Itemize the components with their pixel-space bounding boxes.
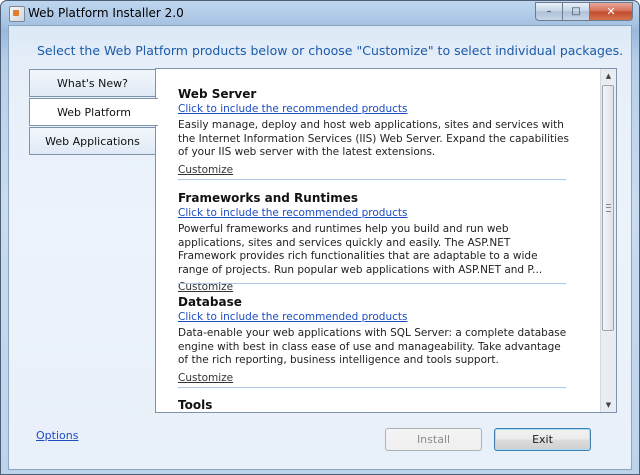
- minimize-button[interactable]: –: [535, 2, 563, 21]
- minimize-icon: –: [546, 6, 552, 17]
- exit-label: Exit: [532, 433, 553, 446]
- section-title: Database: [178, 295, 242, 309]
- window-controls: – □ ✕: [535, 2, 633, 21]
- section-description: Powerful frameworks and runtimes help yo…: [178, 223, 543, 276]
- products-panel: Web Server Click to include the recommen…: [155, 68, 617, 413]
- install-button[interactable]: Install: [385, 428, 482, 451]
- title-bar[interactable]: Web Platform Installer 2.0 – □ ✕: [1, 1, 639, 25]
- maximize-button[interactable]: □: [563, 2, 590, 21]
- options-link[interactable]: Options: [36, 429, 78, 442]
- section-frameworks-runtimes: Frameworks and Runtimes Click to include…: [178, 191, 570, 294]
- customize-link[interactable]: Customize: [178, 164, 570, 177]
- maximize-icon: □: [571, 6, 581, 17]
- include-recommended-link[interactable]: Click to include the recommended product…: [178, 207, 570, 220]
- section-database: Database Click to include the recommende…: [178, 295, 570, 385]
- section-web-server: Web Server Click to include the recommen…: [178, 87, 570, 177]
- scroll-up-arrow-icon[interactable]: ▲: [601, 69, 616, 83]
- section-description: Data-enable your web applications with S…: [178, 327, 567, 366]
- section-divider: [178, 283, 566, 284]
- app-window: Web Platform Installer 2.0 – □ ✕ Select …: [0, 0, 640, 475]
- vertical-scrollbar[interactable]: ▲ ▼: [600, 69, 616, 412]
- tab-whats-new[interactable]: What's New?: [29, 69, 156, 97]
- exit-button[interactable]: Exit: [494, 428, 591, 451]
- app-icon: [9, 6, 25, 22]
- customize-link[interactable]: Customize: [178, 372, 570, 385]
- client-area: Select the Web Platform products below o…: [8, 25, 632, 470]
- section-divider: [178, 387, 566, 388]
- close-icon: ✕: [606, 5, 616, 18]
- section-title: Tools: [178, 398, 213, 412]
- include-recommended-link[interactable]: Click to include the recommended product…: [178, 311, 570, 324]
- tab-label: Web Applications: [45, 134, 140, 148]
- instruction-text: Select the Web Platform products below o…: [37, 43, 624, 58]
- grip-icon: [606, 204, 611, 212]
- include-recommended-link[interactable]: Click to include the recommended product…: [178, 103, 570, 116]
- section-title: Web Server: [178, 87, 257, 101]
- section-description: Easily manage, deploy and host web appli…: [178, 119, 569, 158]
- tab-web-platform[interactable]: Web Platform: [29, 98, 158, 126]
- scrollbar-thumb[interactable]: [602, 85, 614, 331]
- section-tools: Tools: [178, 398, 570, 412]
- section-title: Frameworks and Runtimes: [178, 191, 359, 205]
- scroll-down-arrow-icon[interactable]: ▼: [601, 398, 616, 412]
- tab-label: What's New?: [57, 76, 128, 90]
- close-button[interactable]: ✕: [590, 2, 633, 21]
- install-label: Install: [416, 433, 451, 446]
- products-list: Web Server Click to include the recommen…: [156, 69, 600, 412]
- window-title: Web Platform Installer 2.0: [28, 6, 184, 20]
- section-divider: [178, 179, 566, 180]
- tab-web-applications[interactable]: Web Applications: [29, 127, 156, 155]
- tab-label: Web Platform: [57, 105, 131, 119]
